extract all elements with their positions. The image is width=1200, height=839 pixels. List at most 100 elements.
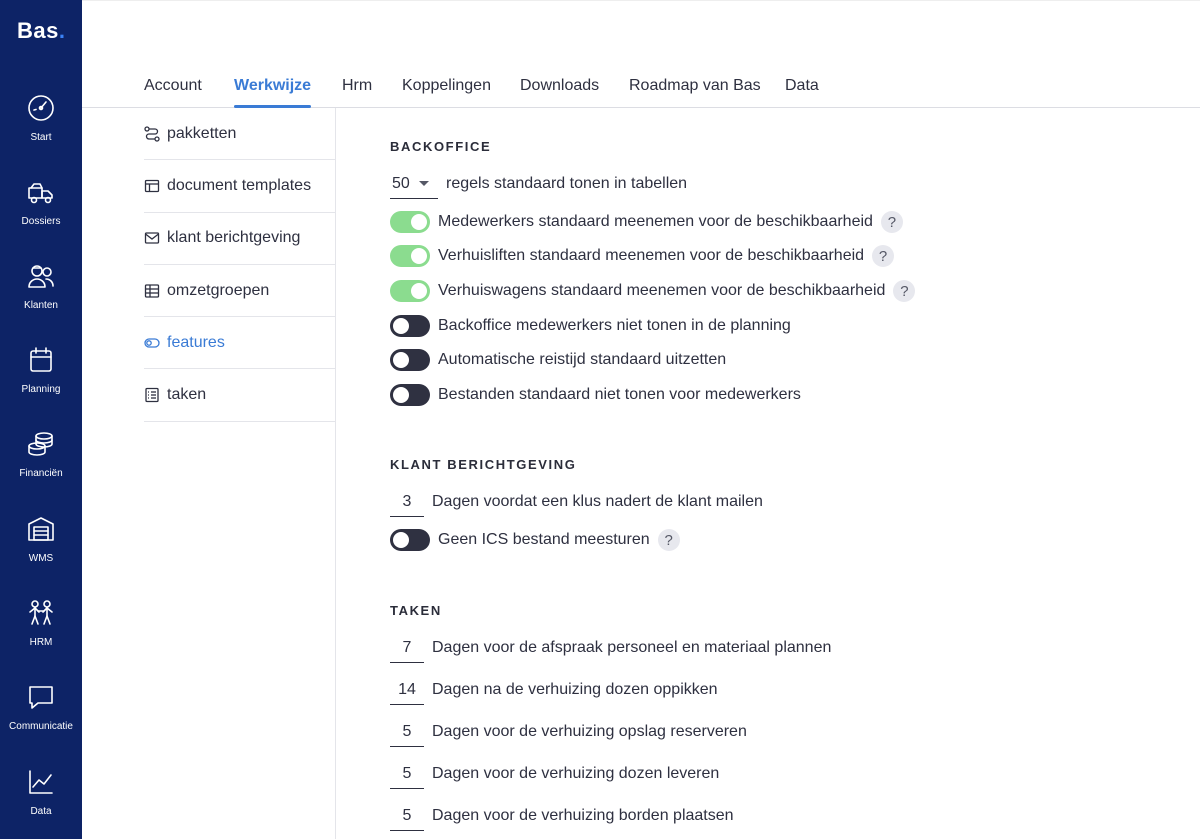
speedometer-icon <box>28 95 54 121</box>
setting-label: Dagen voor de verhuizing opslag reserver… <box>432 723 747 740</box>
werkwijze-submenu: pakketten document templates klant beric… <box>144 108 335 422</box>
rows-per-table-setting: 50 regels standaard tonen in tabellen <box>390 169 687 199</box>
submenu-item-omzetgroepen[interactable]: omzetgroepen <box>144 265 335 318</box>
days-input[interactable]: 3 <box>390 487 424 517</box>
moving-truck-icon <box>28 183 53 204</box>
days-input[interactable]: 7 <box>390 633 424 663</box>
envelope-icon <box>144 232 160 244</box>
nav-label: Planning <box>21 384 61 395</box>
calendar-icon <box>30 347 52 372</box>
sidebar: Bas. Start Dossiers Klanten Planning Fin… <box>0 0 82 839</box>
setting-label: regels standaard tonen in tabellen <box>446 175 688 192</box>
submenu-item-taken[interactable]: taken <box>144 369 335 422</box>
setting-label: Dagen voordat een klus nadert de klant m… <box>432 493 763 510</box>
nav-dossiers[interactable]: Dossiers <box>0 177 82 247</box>
setting-bestanden: Bestanden standaard niet tonen voor mede… <box>390 384 801 406</box>
coins-icon <box>28 432 53 456</box>
days-input[interactable]: 5 <box>390 759 424 789</box>
tab-hrm[interactable]: Hrm <box>342 77 372 95</box>
submenu-item-pakketten[interactable]: pakketten <box>144 108 335 161</box>
submenu-item-document-templates[interactable]: document templates <box>144 160 335 213</box>
submenu-label: omzetgroepen <box>167 281 270 299</box>
days-input[interactable]: 5 <box>390 801 424 831</box>
caret-down-icon <box>418 181 429 186</box>
select-value: 50 <box>392 174 410 192</box>
setting-label: Geen ICS bestand meesturen <box>438 531 650 548</box>
setting-label: Medewerkers standaard meenemen voor de b… <box>438 213 873 230</box>
days-input[interactable]: 14 <box>390 675 424 705</box>
toggle-switch[interactable] <box>390 211 430 233</box>
nav-data[interactable]: Data <box>0 767 82 837</box>
settings-tabs: Account Werkwijze Hrm Koppelingen Downlo… <box>82 0 1200 108</box>
nav-label: Communicatie <box>9 721 73 732</box>
customers-icon <box>28 265 54 288</box>
setting-backoffice-planning: Backoffice medewerkers niet tonen in de … <box>390 315 791 337</box>
setting-taken-dozen-oppikken: 14 Dagen na de verhuizing dozen oppikken <box>390 675 718 705</box>
nav-planning[interactable]: Planning <box>0 345 82 415</box>
setting-label: Automatische reistijd standaard uitzette… <box>438 351 727 368</box>
toggle-switch[interactable] <box>390 529 430 551</box>
setting-label: Dagen voor de afspraak personeel en mate… <box>432 639 832 656</box>
tab-roadmap[interactable]: Roadmap van Bas <box>629 77 761 95</box>
submenu-item-klant-berichtgeving[interactable]: klant berichtgeving <box>144 213 335 265</box>
setting-verhuiswagens-beschikbaarheid: Verhuiswagens standaard meenemen voor de… <box>390 280 916 302</box>
toggle-switch[interactable] <box>390 245 430 267</box>
setting-taken-borden-plaatsen: 5 Dagen voor de verhuizing borden plaats… <box>390 801 734 831</box>
section-title-backoffice: BACKOFFICE <box>390 139 492 154</box>
setting-klant-mailen-dagen: 3 Dagen voordat een klus nadert de klant… <box>390 487 763 517</box>
setting-label: Dagen na de verhuizing dozen oppikken <box>432 681 718 698</box>
nav-communicatie[interactable]: Communicatie <box>0 682 82 752</box>
nav-label: Dossiers <box>21 216 61 227</box>
help-icon[interactable]: ? <box>657 529 680 551</box>
nav-financien[interactable]: Financiën <box>0 429 82 499</box>
nav-label: HRM <box>29 637 53 648</box>
tab-account[interactable]: Account <box>144 77 202 95</box>
section-title-klant-berichtgeving: KLANT BERICHTGEVING <box>390 457 577 472</box>
nav-label: Start <box>30 132 52 143</box>
nav-label: WMS <box>28 553 54 564</box>
toggle-switch[interactable] <box>390 315 430 337</box>
people-icon <box>29 600 53 625</box>
setting-medewerkers-beschikbaarheid: Medewerkers standaard meenemen voor de b… <box>390 211 903 233</box>
tab-werkwijze[interactable]: Werkwijze <box>234 77 311 95</box>
nav-start[interactable]: Start <box>0 93 82 163</box>
toggle-switch[interactable] <box>390 280 430 302</box>
nav-label: Klanten <box>24 300 58 311</box>
help-icon[interactable]: ? <box>872 245 895 267</box>
submenu-label: taken <box>167 386 207 404</box>
setting-taken-dozen-leveren: 5 Dagen voor de verhuizing dozen leveren <box>390 759 719 789</box>
submenu-label: klant berichtgeving <box>167 229 301 247</box>
nav-hrm[interactable]: HRM <box>0 598 82 668</box>
setting-taken-opslag-reserveren: 5 Dagen voor de verhuizing opslag reserv… <box>390 717 747 747</box>
tab-downloads[interactable]: Downloads <box>520 77 599 95</box>
toggle-icon <box>144 338 160 348</box>
layout-icon <box>144 179 160 193</box>
days-input[interactable]: 5 <box>390 717 424 747</box>
nav-klanten[interactable]: Klanten <box>0 261 82 331</box>
submenu-label: document templates <box>167 176 312 194</box>
setting-label: Verhuisliften standaard meenemen voor de… <box>438 247 865 264</box>
nav-label: Financiën <box>19 468 63 479</box>
nav-wms[interactable]: WMS <box>0 514 82 584</box>
setting-label: Dagen voor de verhuizing dozen leveren <box>432 765 720 782</box>
logo[interactable]: Bas. <box>17 18 65 44</box>
line-chart-icon <box>29 770 53 794</box>
help-icon[interactable]: ? <box>880 211 903 233</box>
warehouse-icon <box>28 517 54 541</box>
setting-verhuisliften-beschikbaarheid: Verhuisliften standaard meenemen voor de… <box>390 245 895 267</box>
setting-taken-personeel-plannen: 7 Dagen voor de afspraak personeel en ma… <box>390 633 831 663</box>
tab-data[interactable]: Data <box>785 77 819 95</box>
toggle-switch[interactable] <box>390 384 430 406</box>
setting-label: Bestanden standaard niet tonen voor mede… <box>438 386 801 403</box>
setting-reistijd: Automatische reistijd standaard uitzette… <box>390 349 726 371</box>
setting-label: Verhuiswagens standaard meenemen voor de… <box>438 282 886 299</box>
toggle-switch[interactable] <box>390 349 430 371</box>
submenu-item-features[interactable]: features <box>144 317 335 370</box>
checklist-icon <box>145 387 159 403</box>
table-icon <box>144 283 160 298</box>
rows-per-table-select[interactable]: 50 <box>390 169 438 199</box>
submenu-label: features <box>167 333 225 351</box>
setting-geen-ics: Geen ICS bestand meesturen ? <box>390 529 680 551</box>
tab-koppelingen[interactable]: Koppelingen <box>402 77 491 95</box>
help-icon[interactable]: ? <box>893 280 916 302</box>
